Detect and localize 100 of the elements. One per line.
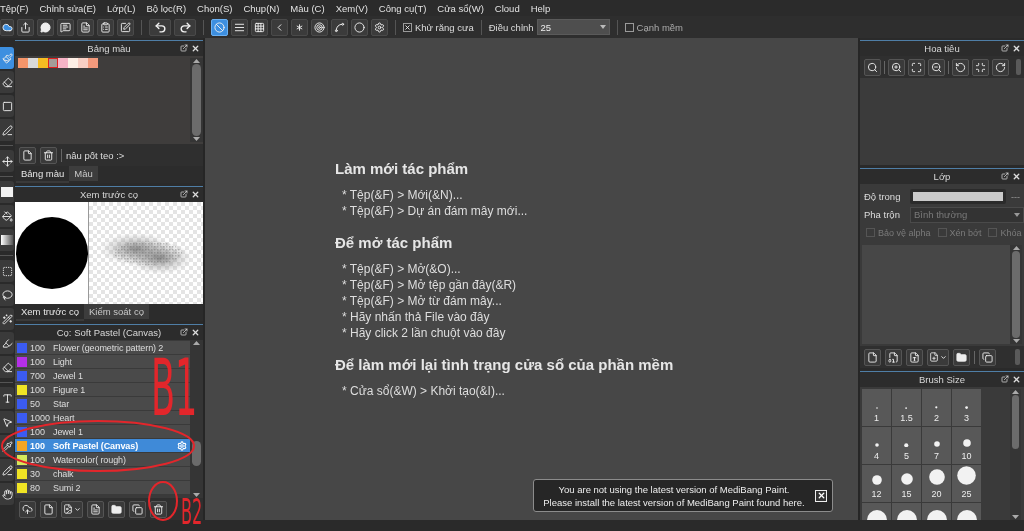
menu-item[interactable]: Màu (C) [284, 0, 331, 16]
magic-wand-tool-button[interactable] [0, 308, 14, 330]
brush-size-option[interactable]: 4 [862, 427, 891, 464]
grid-button[interactable] [251, 18, 268, 36]
zoom-button[interactable] [864, 58, 881, 76]
delete-button[interactable] [40, 146, 57, 164]
color-swatch[interactable] [88, 58, 98, 68]
close-icon[interactable] [191, 328, 200, 337]
brush-size-option[interactable] [952, 503, 981, 520]
brush-list-item[interactable]: 100 Soft Pastel (Canvas) [15, 439, 190, 453]
popout-icon[interactable] [1001, 172, 1009, 180]
brush-size-option[interactable]: 5 [892, 427, 921, 464]
menu-item[interactable]: Công cụ(T) [373, 0, 432, 16]
zoom-in-button[interactable] [888, 58, 905, 76]
menu-item[interactable]: Tệp(F) [0, 0, 34, 16]
menu-item[interactable]: Lớp(L) [101, 0, 141, 16]
scrollbar-thumb[interactable] [192, 440, 201, 466]
move-tool-button[interactable] [0, 150, 14, 172]
soft-edge-checkbox[interactable] [624, 22, 634, 32]
menu-item[interactable]: Bộ lọc(R) [140, 0, 192, 16]
brush-size-option[interactable]: 15 [892, 465, 921, 502]
update-message[interactable]: You are not using the latest version of MediBang Paint. Please install the latest version of MediBang Paint found here. [537, 482, 811, 509]
close-icon[interactable] [1012, 44, 1021, 53]
overflow-handle[interactable] [1016, 59, 1021, 75]
rotate-right-button[interactable] [992, 58, 1009, 76]
share-button[interactable] [17, 18, 34, 36]
filled-square-tool-button[interactable] [0, 181, 14, 203]
color-swatch[interactable] [48, 58, 58, 68]
brush-list-item[interactable]: 30 chalk [15, 467, 190, 481]
brush-size-option[interactable]: 25 [952, 465, 981, 502]
cloud-button[interactable] [0, 18, 14, 36]
text-tool-button[interactable] [0, 387, 14, 409]
pointer-tool-button[interactable] [0, 411, 14, 433]
panel-tab[interactable]: Màu [69, 166, 98, 183]
shrink-button[interactable] [972, 58, 989, 76]
brush-list-item[interactable]: 100 Watercolor( rough) [15, 453, 190, 467]
menu-item[interactable]: Cửa sổ(W) [431, 0, 490, 16]
brush-size-option[interactable]: 2 [922, 389, 951, 426]
rotate-left-button[interactable] [952, 58, 969, 76]
scrollbar[interactable] [190, 58, 203, 142]
pencil-tool-button[interactable] [0, 459, 14, 481]
brush-size-option[interactable]: 1 [862, 389, 891, 426]
brush-document-button[interactable] [87, 500, 104, 518]
layer-8bit-button[interactable] [885, 348, 902, 366]
close-icon[interactable] [191, 190, 200, 199]
brush-size-option[interactable]: 3 [952, 389, 981, 426]
dashed-square-tool-button[interactable] [0, 260, 14, 282]
eraser-tool-button[interactable] [0, 356, 14, 378]
asterisk-button[interactable] [291, 18, 308, 36]
copy-button[interactable] [129, 500, 146, 518]
fit-button[interactable] [908, 58, 925, 76]
brush-size-option[interactable] [892, 503, 921, 520]
gradient-square-tool-button[interactable] [0, 229, 14, 251]
copy-button[interactable] [979, 348, 996, 366]
curve-button[interactable] [331, 18, 348, 36]
square-tool-button[interactable] [0, 95, 14, 117]
settings-button[interactable] [371, 18, 388, 36]
edit-button[interactable] [117, 18, 134, 36]
brush-list-item[interactable]: 100 Flower (geometric pattern) 2 [15, 341, 190, 355]
circle-button[interactable] [351, 18, 368, 36]
brush-list-item[interactable]: 100 Jewel 1 [15, 425, 190, 439]
brush-size-option[interactable]: 1.5 [892, 389, 921, 426]
menu-item[interactable]: Chỉnh sửa(E) [34, 0, 102, 16]
close-icon[interactable] [191, 44, 200, 53]
panel-tab[interactable]: Kiểm soát cọ [84, 304, 149, 321]
antialias-checkbox[interactable] [403, 22, 412, 32]
message-button[interactable] [57, 18, 74, 36]
redo-button[interactable] [174, 18, 196, 36]
correction-dropdown[interactable]: 25 [536, 19, 610, 35]
brush-list-item[interactable]: 80 Sumi 2 [15, 481, 190, 495]
close-icon[interactable] [1012, 375, 1021, 384]
folder-button[interactable] [108, 500, 125, 518]
color-swatch[interactable] [38, 58, 48, 68]
brush-size-option[interactable]: 7 [922, 427, 951, 464]
menu-item[interactable]: Help [525, 0, 556, 16]
brush-size-option[interactable]: 12 [862, 465, 891, 502]
new-palette-button[interactable] [19, 146, 36, 164]
delete-button[interactable] [150, 500, 167, 518]
parallel-lines-button[interactable] [231, 18, 248, 36]
hand-tool-button[interactable] [0, 483, 14, 505]
scrollbar-thumb[interactable] [1012, 395, 1019, 449]
scrollbar-thumb[interactable] [192, 64, 201, 136]
settings-icon[interactable] [177, 440, 187, 451]
color-swatch[interactable] [58, 58, 68, 68]
concentric-circles-button[interactable] [311, 18, 328, 36]
undo-button[interactable] [149, 18, 171, 36]
popout-icon[interactable] [180, 44, 188, 52]
menu-item[interactable]: Chọn(S) [191, 0, 238, 16]
scrollbar[interactable] [1010, 245, 1022, 344]
menu-item[interactable]: Chụp(N) [237, 0, 285, 16]
cloud-upload-button[interactable] [19, 500, 36, 518]
document-button[interactable] [77, 18, 94, 36]
scrollbar[interactable] [1010, 389, 1021, 520]
menu-item[interactable]: Xem(V) [330, 0, 374, 16]
brush-size-option[interactable]: 20 [922, 465, 951, 502]
circle-slash-button[interactable] [211, 18, 228, 36]
zoom-out-button[interactable] [928, 58, 945, 76]
speech-bubble-button[interactable] [37, 18, 54, 36]
brush-size-option[interactable]: 10 [952, 427, 981, 464]
popout-icon[interactable] [180, 328, 188, 336]
